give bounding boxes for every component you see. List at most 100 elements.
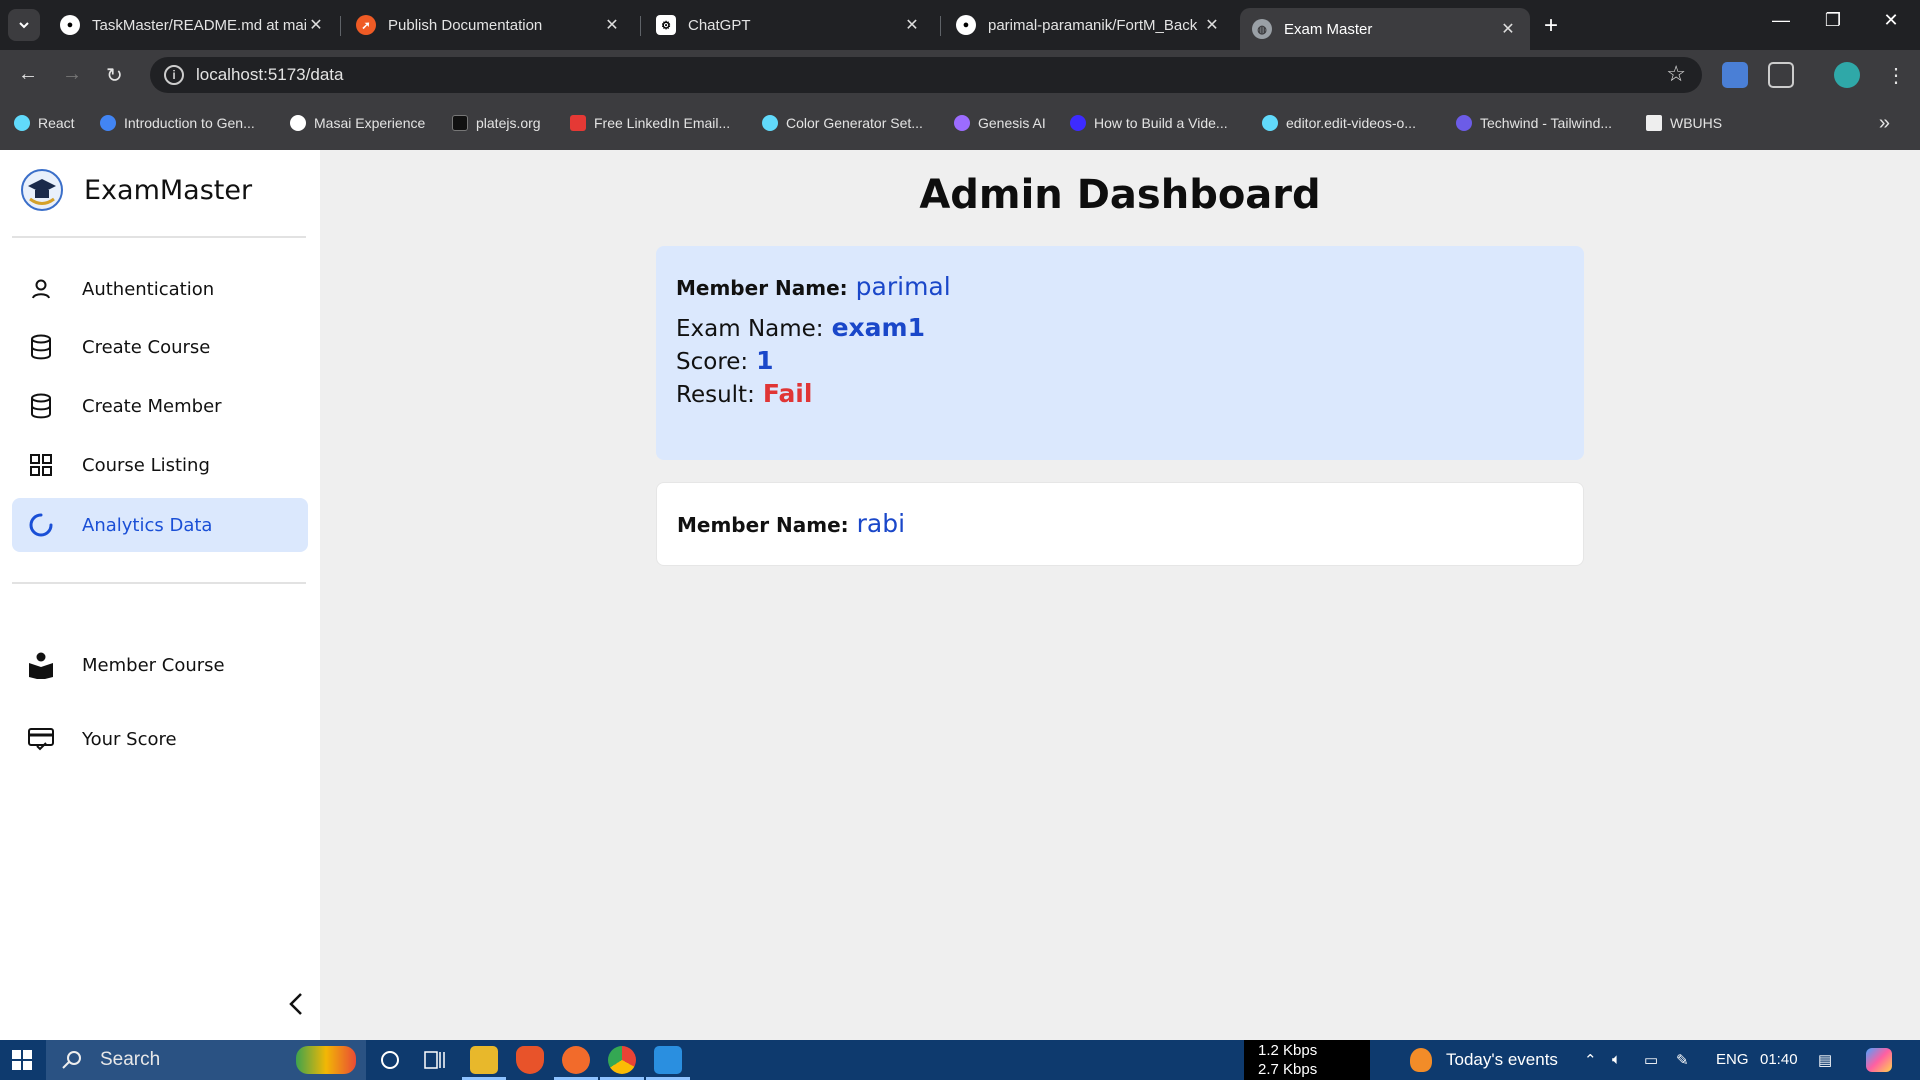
bookmark-item[interactable]: Color Generator Set... — [762, 115, 923, 131]
sidebar-item-create-course[interactable]: Create Course — [12, 320, 308, 374]
task-view-icon[interactable] — [424, 1050, 446, 1070]
document-icon — [1646, 115, 1662, 131]
score-row: Score: 1 — [676, 346, 1564, 375]
windows-start-icon[interactable] — [12, 1050, 32, 1070]
platejs-icon — [452, 115, 468, 131]
bookmark-item[interactable]: React — [14, 115, 75, 131]
close-icon[interactable]: ✕ — [1202, 15, 1222, 35]
chevron-down-icon — [19, 22, 29, 29]
download-speed: 2.7 Kbps — [1258, 1061, 1318, 1078]
loader-icon — [26, 510, 56, 540]
techwind-icon — [1456, 115, 1472, 131]
chevron-double-right-icon[interactable]: » — [1879, 112, 1890, 135]
bookmark-label: Color Generator Set... — [786, 115, 923, 131]
close-icon[interactable]: ✕ — [902, 15, 922, 35]
sidebar-item-authentication[interactable]: Authentication — [12, 262, 308, 316]
bookmark-item[interactable]: Introduction to Gen... — [100, 115, 255, 131]
reload-button[interactable]: ↻ — [106, 63, 123, 88]
bookmark-label: Genesis AI — [978, 115, 1046, 131]
clock[interactable]: 01:40 — [1760, 1051, 1798, 1068]
forward-button[interactable]: → — [62, 63, 82, 86]
search-highlight-icon — [296, 1046, 356, 1074]
sidebar-item-analytics-data[interactable]: Analytics Data — [12, 498, 308, 552]
browser-tab-active[interactable]: ◍ Exam Master ✕ — [1240, 8, 1530, 50]
vscode-icon[interactable] — [646, 1046, 690, 1080]
postman-icon[interactable] — [554, 1046, 598, 1080]
masai-icon — [290, 115, 306, 131]
bookmark-item[interactable]: Masai Experience — [290, 115, 425, 131]
reader-icon — [26, 650, 56, 680]
exam-label: Exam Name: — [676, 316, 824, 342]
google-cloud-icon — [100, 115, 116, 131]
sidebar-item-your-score[interactable]: Your Score — [12, 712, 308, 766]
bookmark-item[interactable]: Genesis AI — [954, 115, 1046, 131]
postman-icon: ➚ — [356, 15, 376, 35]
bookmark-label: Techwind - Tailwind... — [1480, 115, 1613, 131]
sidebar-item-create-member[interactable]: Create Member — [12, 379, 308, 433]
globe-icon: ◍ — [1252, 19, 1272, 39]
member-label: Member Name: — [676, 276, 848, 300]
bookmark-label: Introduction to Gen... — [124, 115, 255, 131]
brave-icon[interactable] — [516, 1046, 544, 1074]
result-value: Fail — [762, 379, 813, 408]
chevron-up-icon[interactable]: ⌃ — [1584, 1051, 1597, 1069]
weather-events-icon[interactable] — [1410, 1048, 1432, 1072]
genesis-icon — [954, 115, 970, 131]
close-icon[interactable]: ✕ — [602, 15, 622, 35]
menu-icon[interactable]: ⋮ — [1886, 63, 1906, 88]
member-row: Member Name: rabi — [677, 509, 1563, 538]
events-text[interactable]: Today's events — [1446, 1050, 1558, 1070]
react-icon — [762, 115, 778, 131]
new-tab-button[interactable]: + — [1544, 12, 1558, 40]
close-icon[interactable]: ✕ — [306, 15, 326, 35]
volume-icon[interactable]: 🔈︎ — [1612, 1051, 1621, 1068]
browser-tab[interactable]: ● TaskMaster/README.md at mai ✕ — [48, 8, 338, 42]
browser-tab[interactable]: ● parimal-paramanik/FortM_Back ✕ — [944, 8, 1234, 42]
sidebar-item-label: Analytics Data — [82, 514, 213, 536]
info-icon[interactable]: i — [164, 65, 184, 85]
url-text[interactable]: localhost:5173/data — [196, 65, 343, 85]
sidebar-item-course-listing[interactable]: Course Listing — [12, 438, 308, 492]
logo-icon — [21, 169, 63, 211]
taskbar-search[interactable]: Search — [46, 1040, 366, 1080]
address-bar[interactable]: i localhost:5173/data ☆ — [150, 57, 1702, 93]
sidebar-item-label: Create Member — [82, 395, 222, 417]
brand[interactable]: ExamMaster — [20, 168, 252, 212]
translate-icon[interactable] — [1722, 62, 1748, 88]
copilot-icon[interactable] — [1866, 1048, 1892, 1072]
bookmark-label: React — [38, 115, 75, 131]
bookmark-item[interactable]: Techwind - Tailwind... — [1456, 115, 1612, 131]
close-icon[interactable]: ✕ — [1498, 19, 1518, 39]
back-button[interactable]: ← — [18, 63, 38, 86]
bookmark-item[interactable]: How to Build a Vide... — [1070, 115, 1228, 131]
language-indicator[interactable]: ENG — [1716, 1051, 1749, 1068]
tab-title: parimal-paramanik/FortM_Back — [988, 16, 1198, 34]
bookmark-item[interactable]: platejs.org — [452, 115, 541, 131]
restore-button[interactable]: ❐ — [1808, 10, 1858, 31]
tab-search-button[interactable] — [8, 9, 40, 41]
notification-icon[interactable]: ▤ — [1818, 1051, 1832, 1069]
profile-avatar[interactable] — [1834, 62, 1860, 88]
extensions-icon[interactable] — [1768, 62, 1794, 88]
sidebar-item-label: Member Course — [82, 654, 225, 676]
chrome-icon[interactable] — [600, 1046, 644, 1080]
window-close-button[interactable]: ✕ — [1866, 10, 1916, 31]
bookmark-star-icon[interactable]: ☆ — [1666, 61, 1686, 87]
bookmark-item[interactable]: Free LinkedIn Email... — [570, 115, 730, 131]
brand-name: ExamMaster — [84, 174, 253, 206]
bookmark-item[interactable]: editor.edit-videos-o... — [1262, 115, 1416, 131]
bookmark-label: Masai Experience — [314, 115, 426, 131]
pen-icon[interactable]: ✎ — [1676, 1051, 1689, 1069]
battery-icon[interactable]: ▭ — [1644, 1051, 1658, 1069]
sidebar-item-member-course[interactable]: Member Course — [12, 638, 308, 692]
file-explorer-icon[interactable] — [462, 1046, 506, 1080]
chevron-left-icon[interactable] — [285, 988, 309, 1020]
bookmark-item[interactable]: WBUHS — [1646, 115, 1722, 131]
sidebar-item-label: Create Course — [82, 336, 211, 358]
browser-tab[interactable]: ➚ Publish Documentation ✕ — [344, 8, 634, 42]
cortana-icon[interactable] — [380, 1050, 400, 1070]
browser-tab[interactable]: ⚙ ChatGPT ✕ — [644, 8, 934, 42]
minimize-button[interactable]: — — [1756, 10, 1806, 31]
bookmark-label: editor.edit-videos-o... — [1286, 115, 1416, 131]
score-value: 1 — [756, 346, 774, 375]
